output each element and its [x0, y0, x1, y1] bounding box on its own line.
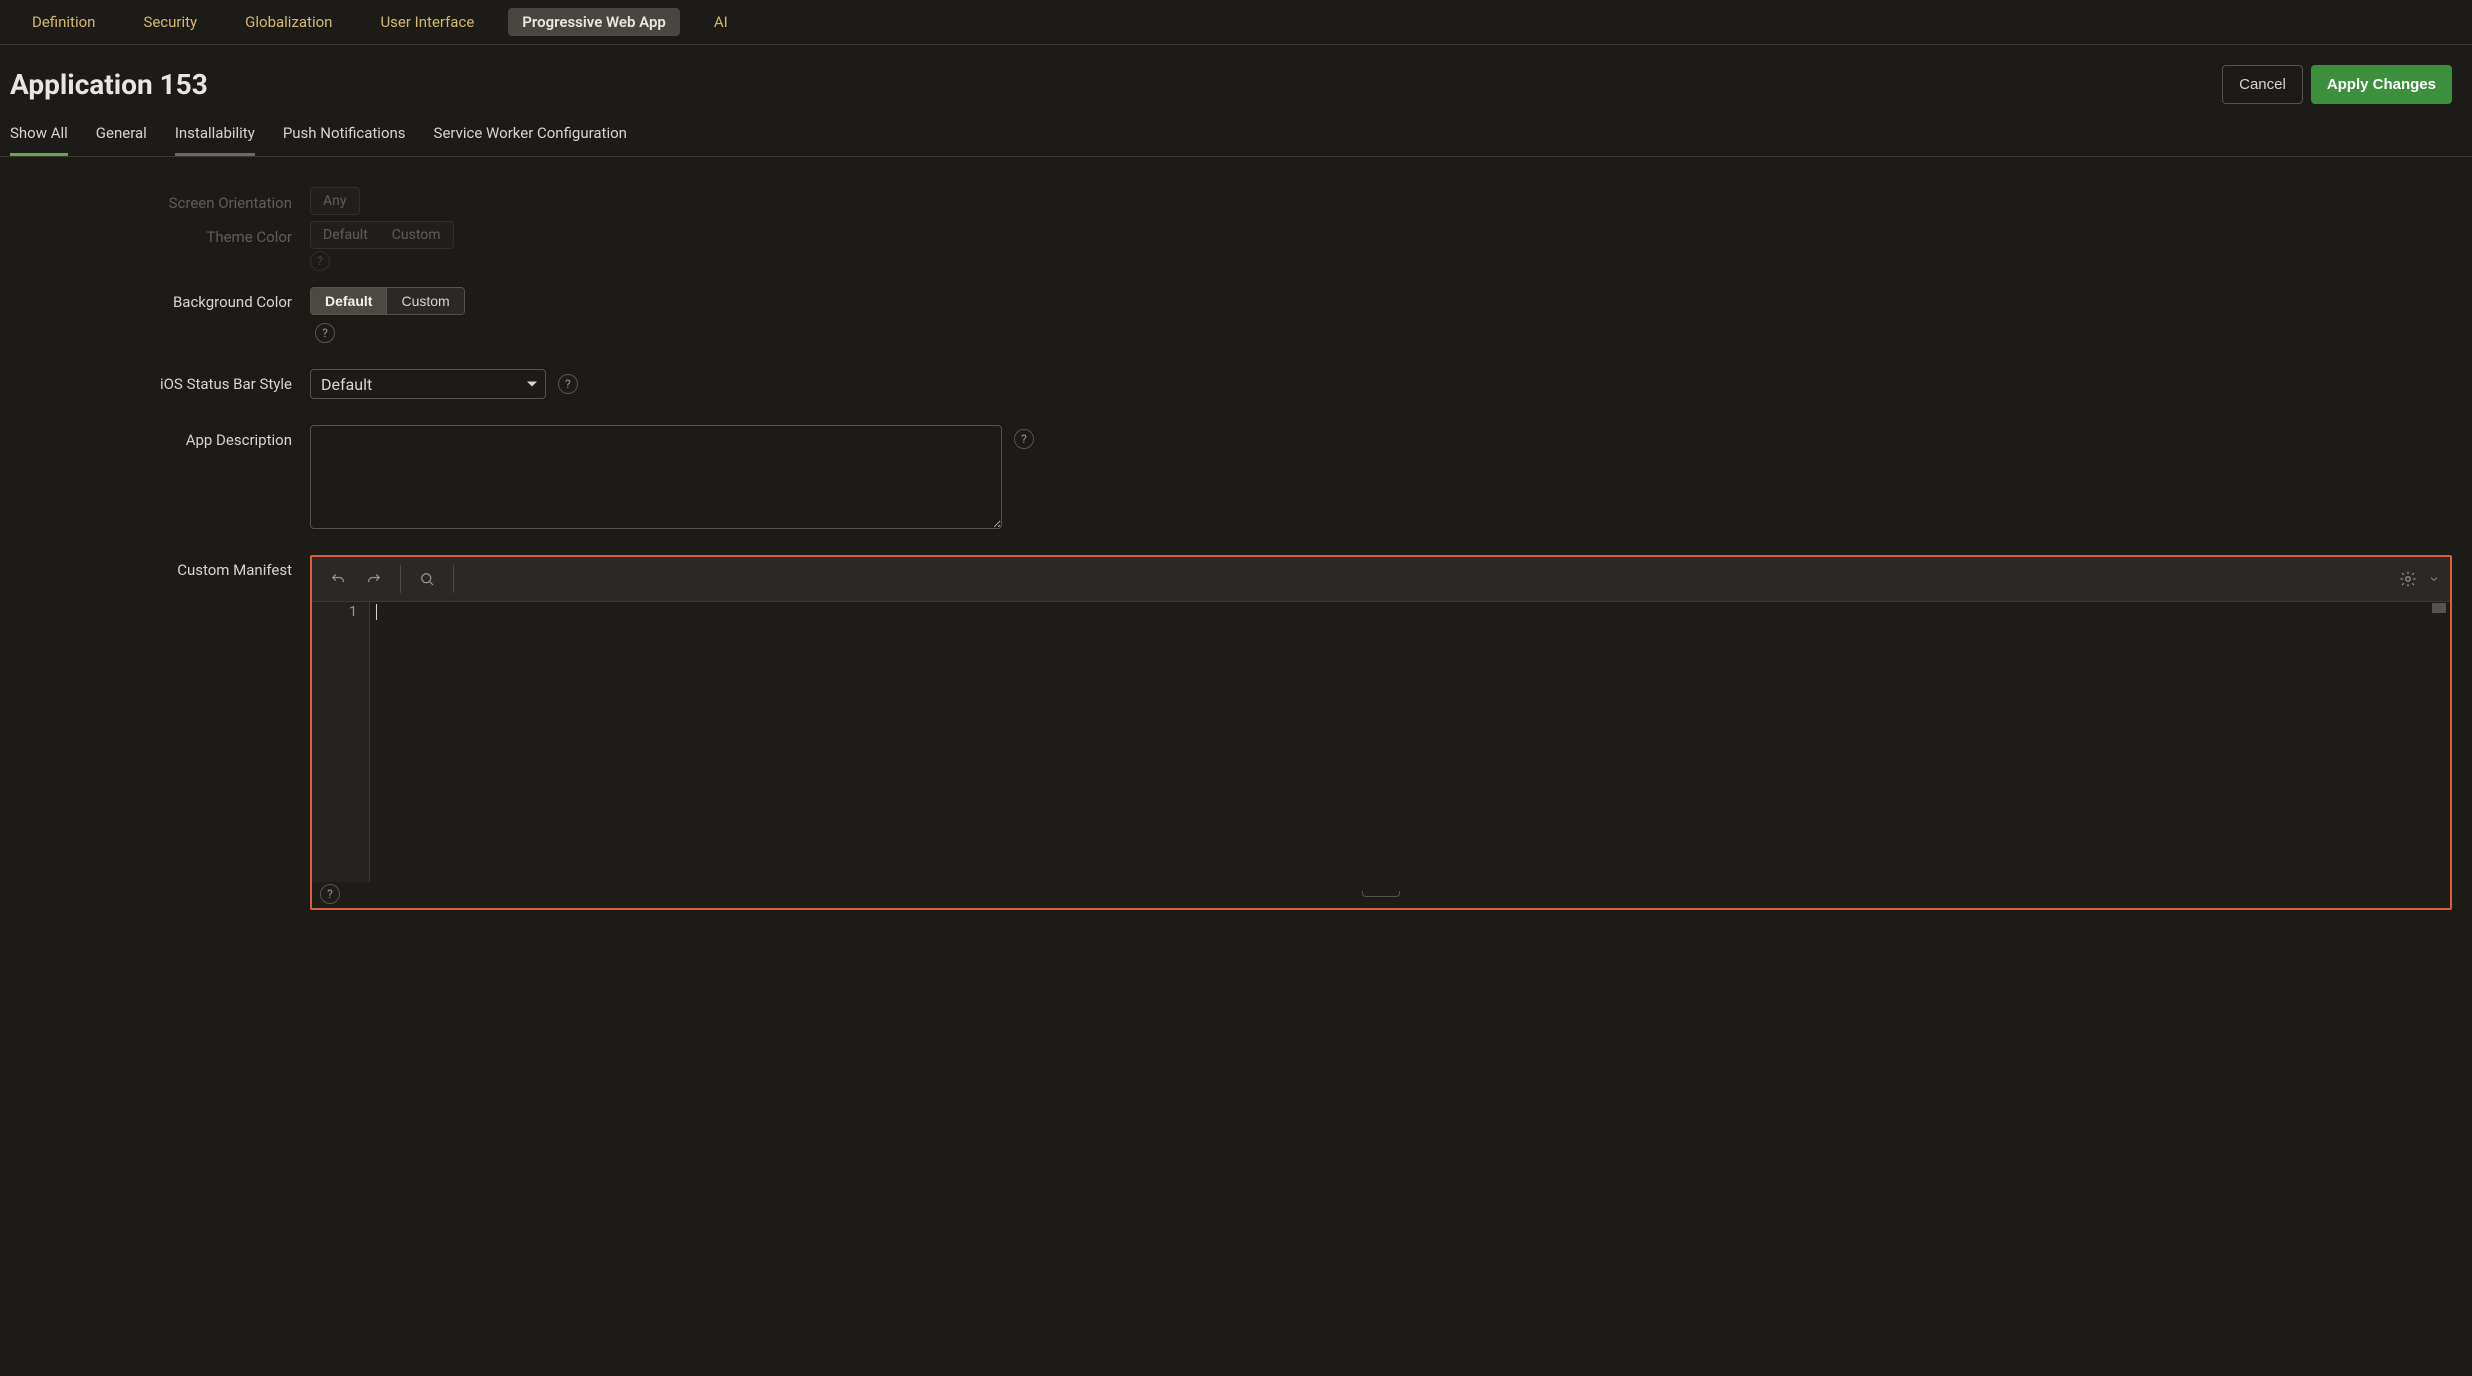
- app-description-label: App Description: [20, 425, 310, 449]
- help-icon[interactable]: ?: [315, 323, 335, 343]
- theme-color-label: Theme Color: [20, 224, 310, 246]
- screen-orientation-row: Screen Orientation Any: [20, 187, 2452, 215]
- top-tabs: Definition Security Globalization User I…: [0, 0, 2472, 45]
- redo-icon[interactable]: [358, 563, 390, 595]
- subtab-installability[interactable]: Installability: [175, 114, 255, 156]
- screen-orientation-select[interactable]: Any: [310, 187, 360, 215]
- toolbar-separator: [453, 565, 454, 593]
- ios-status-bar-row: iOS Status Bar Style Default ?: [20, 369, 2452, 399]
- page-title: Application 153: [10, 68, 208, 101]
- help-icon[interactable]: ?: [310, 251, 330, 271]
- titlebar: Application 153 Cancel Apply Changes: [0, 45, 2472, 114]
- tab-user-interface[interactable]: User Interface: [366, 8, 488, 36]
- screen-orientation-label: Screen Orientation: [20, 190, 310, 212]
- theme-color-default: Default: [311, 222, 380, 248]
- background-color-default-option[interactable]: Default: [311, 288, 386, 314]
- editor-minimap[interactable]: [2432, 603, 2446, 613]
- custom-manifest-label: Custom Manifest: [20, 555, 310, 579]
- help-icon[interactable]: ?: [558, 374, 578, 394]
- background-color-custom-option[interactable]: Custom: [386, 288, 463, 314]
- tab-ai[interactable]: AI: [700, 8, 742, 36]
- background-color-label: Background Color: [20, 287, 310, 311]
- background-color-segmented: Default Custom: [310, 287, 465, 315]
- editor-body[interactable]: 1: [312, 602, 2450, 882]
- undo-icon[interactable]: [322, 563, 354, 595]
- screen-orientation-value: Any: [311, 188, 359, 214]
- toolbar-separator: [400, 565, 401, 593]
- resize-grip-icon[interactable]: [1362, 891, 1400, 897]
- tab-definition[interactable]: Definition: [18, 8, 109, 36]
- search-icon[interactable]: [411, 563, 443, 595]
- tab-globalization[interactable]: Globalization: [231, 8, 346, 36]
- theme-color-help-row: ?: [20, 251, 2452, 271]
- background-color-row: Background Color Default Custom ?: [20, 287, 2452, 343]
- installability-form: Screen Orientation Any Theme Color Defau…: [0, 157, 2472, 930]
- help-icon[interactable]: ?: [320, 884, 340, 904]
- cancel-button[interactable]: Cancel: [2222, 65, 2303, 104]
- title-buttons: Cancel Apply Changes: [2222, 65, 2452, 104]
- app-description-textarea[interactable]: [310, 425, 1002, 529]
- app-description-row: App Description ?: [20, 425, 2452, 529]
- line-number: 1: [312, 604, 357, 620]
- tab-security[interactable]: Security: [129, 8, 211, 36]
- editor-caret: [376, 604, 377, 620]
- subtab-service-worker-configuration[interactable]: Service Worker Configuration: [434, 114, 627, 156]
- ios-status-bar-select[interactable]: Default: [310, 369, 546, 399]
- editor-toolbar: [312, 557, 2450, 602]
- custom-manifest-row: Custom Manifest: [20, 555, 2452, 910]
- apply-changes-button[interactable]: Apply Changes: [2311, 65, 2452, 104]
- ios-status-bar-label: iOS Status Bar Style: [20, 369, 310, 393]
- subtab-push-notifications[interactable]: Push Notifications: [283, 114, 406, 156]
- theme-color-custom: Custom: [380, 222, 453, 248]
- theme-color-segmented[interactable]: Default Custom: [310, 221, 454, 249]
- ios-status-bar-value: Default: [321, 375, 372, 394]
- custom-manifest-editor: 1 ?: [310, 555, 2452, 910]
- sub-tabs: Show All General Installability Push Not…: [0, 114, 2472, 157]
- subtab-general[interactable]: General: [96, 114, 147, 156]
- editor-gutter: 1: [312, 602, 370, 882]
- chevron-down-icon: [527, 382, 537, 387]
- chevron-down-icon[interactable]: [2428, 570, 2440, 589]
- theme-color-row: Theme Color Default Custom: [20, 221, 2452, 249]
- tab-progressive-web-app[interactable]: Progressive Web App: [508, 8, 680, 36]
- editor-code-area[interactable]: [370, 602, 2450, 882]
- help-icon[interactable]: ?: [1014, 429, 1034, 449]
- subtab-show-all[interactable]: Show All: [10, 114, 68, 156]
- gear-icon[interactable]: [2392, 563, 2424, 595]
- editor-footer: ?: [312, 882, 2450, 908]
